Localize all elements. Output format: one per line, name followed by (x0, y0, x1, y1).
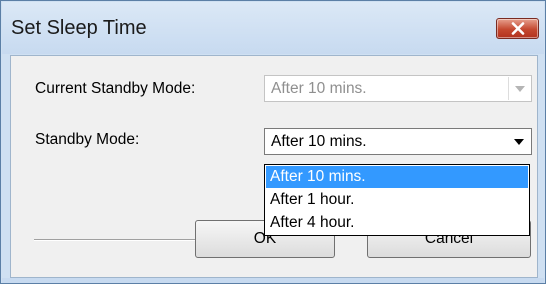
standby-mode-select[interactable]: After 10 mins. (264, 128, 532, 155)
chevron-down-icon (514, 139, 524, 145)
dropdown-option[interactable]: After 10 mins. (266, 166, 528, 188)
current-standby-mode-value: After 10 mins. (271, 80, 367, 97)
window-bottom-border (2, 278, 544, 283)
close-icon (511, 22, 525, 35)
standby-mode-dropdown-list: After 10 mins. After 1 hour. After 4 hou… (264, 164, 530, 236)
current-standby-mode-arrow (508, 77, 530, 100)
dropdown-option[interactable]: After 4 hour. (266, 212, 528, 234)
chevron-down-icon (515, 86, 525, 92)
dialog-window: Set Sleep Time Current Standby Mode: Aft… (0, 0, 546, 284)
separator-line (34, 239, 214, 241)
dropdown-option[interactable]: After 1 hour. (266, 189, 528, 211)
standby-mode-value: After 10 mins. (271, 133, 367, 150)
close-button[interactable] (496, 18, 539, 39)
current-standby-mode-label: Current Standby Mode: (35, 80, 196, 97)
standby-mode-label: Standby Mode: (35, 131, 140, 148)
window-title: Set Sleep Time (11, 17, 147, 39)
standby-mode-arrow[interactable] (508, 130, 530, 153)
current-standby-mode-select: After 10 mins. (264, 75, 532, 102)
title-bar[interactable]: Set Sleep Time (2, 2, 544, 54)
